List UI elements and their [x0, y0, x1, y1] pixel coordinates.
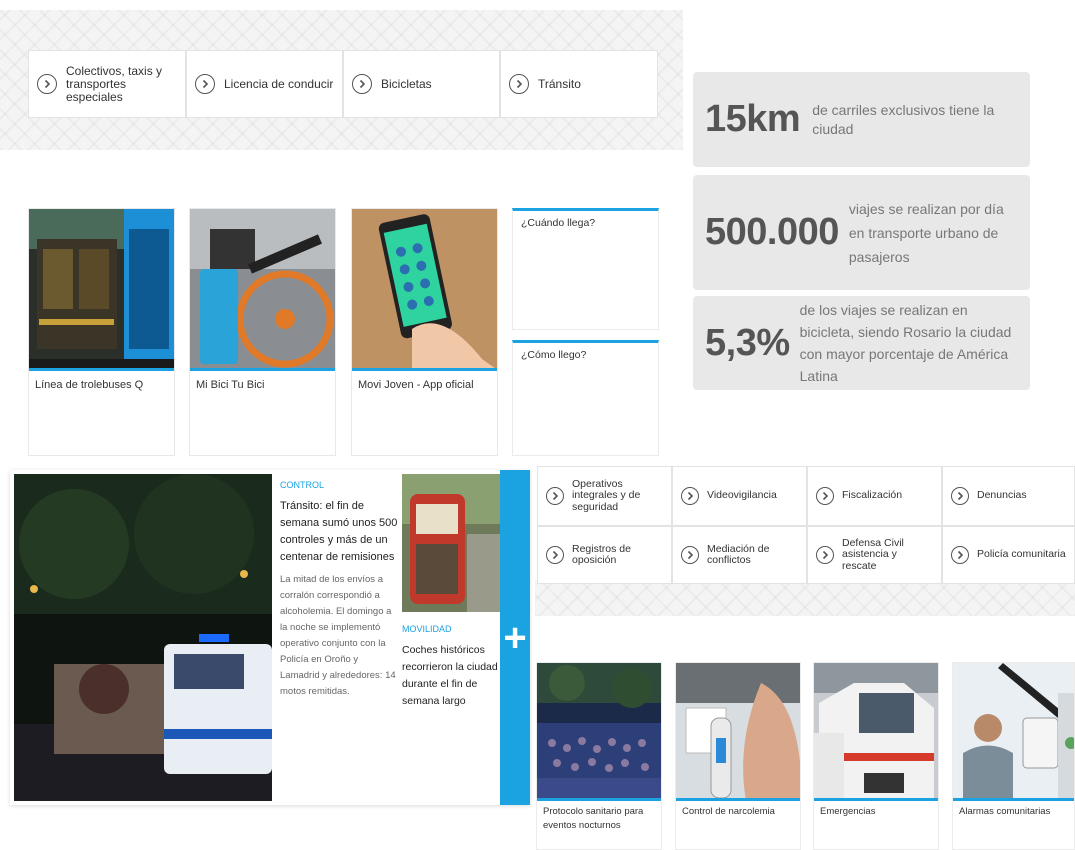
news-kicker: MOVILIDAD: [402, 624, 452, 634]
news-kicker: CONTROL: [280, 480, 325, 490]
news-headline[interactable]: Tránsito: el fin de semana sumó unos 500…: [280, 498, 400, 566]
link-label: Policía comunitaria: [977, 548, 1066, 561]
stat-text: de los viajes se realizan en bicicleta, …: [799, 302, 1012, 384]
stat-text: viajes se realizan por día en transporte…: [848, 200, 1004, 265]
card-caption: Movi Joven - App oficial: [358, 379, 474, 391]
chevron-right-icon: [951, 487, 969, 505]
chevron-right-icon: [195, 74, 215, 94]
chevron-right-icon: [546, 546, 564, 564]
stat-carriles: 15km de carriles exclusivos tiene la ciu…: [693, 72, 1030, 167]
news-second-photo: [402, 474, 500, 612]
question-label: ¿Cuándo llega?: [521, 217, 596, 229]
ambulance-photo: [814, 663, 938, 801]
chevron-right-icon: [546, 487, 564, 505]
card-mibici[interactable]: Mi Bici Tu Bici: [189, 208, 336, 456]
chevron-right-icon: [509, 74, 529, 94]
card-narcolemia[interactable]: Control de narcolemia: [675, 662, 801, 850]
chevron-right-icon: [352, 74, 372, 94]
stat-text: de carriles exclusivos tiene la ciudad: [812, 101, 995, 137]
link-label: Fiscalización: [842, 489, 903, 502]
link-licencia[interactable]: Licencia de conducir: [186, 50, 343, 118]
news-body: La mitad de los envíos a corralón corres…: [280, 574, 396, 697]
news-second[interactable]: MOVILIDAD Coches históricos recorrieron …: [402, 474, 500, 716]
plus-icon: +: [503, 615, 527, 660]
alarm-install-photo: [953, 663, 1074, 801]
decorative-pattern-mid: [535, 580, 1075, 616]
link-colectivos[interactable]: Colectivos, taxis y transportes especial…: [28, 50, 186, 118]
bicycle-photo: [190, 209, 335, 371]
card-caption: Línea de trolebuses Q: [35, 379, 144, 391]
stat-number: 500.000: [705, 211, 839, 253]
more-news-button[interactable]: +: [500, 470, 530, 805]
card-caption: Protocolo sanitario para eventos nocturn…: [543, 806, 644, 831]
stat-viajes: 500.000 viajes se realizan por día en tr…: [693, 175, 1030, 290]
card-protocolo[interactable]: Protocolo sanitario para eventos nocturn…: [536, 662, 662, 850]
concert-photo: [537, 663, 661, 801]
link-label: Tránsito: [538, 76, 581, 91]
test-device-photo: [676, 663, 800, 801]
link-label: Denuncias: [977, 489, 1027, 502]
link-videovigilancia[interactable]: Videovigilancia: [672, 466, 807, 526]
link-label: Bicicletas: [381, 76, 432, 91]
news-second-text: MOVILIDAD Coches históricos recorrieron …: [402, 612, 500, 710]
link-defensa-civil[interactable]: Defensa Civil asistencia y rescate: [807, 526, 942, 584]
link-label: Colectivos, taxis y transportes especial…: [66, 63, 163, 104]
card-caption: Control de narcolemia: [682, 806, 775, 817]
link-fiscalizacion[interactable]: Fiscalización: [807, 466, 942, 526]
chevron-right-icon: [37, 74, 57, 94]
card-emergencias[interactable]: Emergencias: [813, 662, 939, 850]
trolleybus-photo: [29, 209, 174, 371]
card-caption: Mi Bici Tu Bici: [196, 379, 265, 391]
link-label: Registros de oposición: [572, 542, 631, 566]
link-label: Defensa Civil asistencia y rescate: [842, 536, 904, 572]
link-label: Licencia de conducir: [224, 76, 334, 91]
news-headline[interactable]: Coches históricos recorrieron la ciudad …: [402, 642, 500, 710]
phone-app-photo: [352, 209, 497, 371]
link-registros[interactable]: Registros de oposición: [537, 526, 672, 584]
news-panel: CONTROL Tránsito: el fin de semana sumó …: [10, 470, 530, 805]
news-main-text[interactable]: CONTROL Tránsito: el fin de semana sumó …: [280, 480, 400, 700]
chevron-right-icon: [816, 546, 834, 564]
link-denuncias[interactable]: Denuncias: [942, 466, 1075, 526]
stat-number: 15km: [705, 98, 801, 140]
chevron-right-icon: [681, 487, 699, 505]
question-label: ¿Cómo llego?: [521, 349, 587, 361]
card-caption: Alarmas comunitarias: [959, 806, 1051, 817]
chevron-right-icon: [951, 546, 969, 564]
card-caption: Emergencias: [820, 806, 876, 817]
question-como-llego[interactable]: ¿Cómo llego?: [512, 340, 659, 456]
link-bicicletas[interactable]: Bicicletas: [343, 50, 500, 118]
card-movijoven[interactable]: Movi Joven - App oficial: [351, 208, 498, 456]
link-label: Mediación de conflictos: [707, 542, 770, 566]
card-trolebuses[interactable]: Línea de trolebuses Q: [28, 208, 175, 456]
link-transito[interactable]: Tránsito: [500, 50, 658, 118]
card-alarmas[interactable]: Alarmas comunitarias: [952, 662, 1075, 850]
chevron-right-icon: [681, 546, 699, 564]
link-label: Videovigilancia: [707, 489, 777, 502]
link-label: Operativos integrales y de seguridad: [572, 477, 641, 513]
link-mediacion[interactable]: Mediación de conflictos: [672, 526, 807, 584]
link-operativos[interactable]: Operativos integrales y de seguridad: [537, 466, 672, 526]
stat-bicicleta: 5,3% de los viajes se realizan en bicicl…: [693, 296, 1030, 390]
page: Colectivos, taxis y transportes especial…: [0, 0, 1075, 850]
link-policia-comunitaria[interactable]: Policía comunitaria: [942, 526, 1075, 584]
stat-number: 5,3%: [705, 321, 790, 364]
chevron-right-icon: [816, 487, 834, 505]
question-cuando-llega[interactable]: ¿Cuándo llega?: [512, 208, 659, 330]
news-main-photo[interactable]: [14, 474, 272, 801]
